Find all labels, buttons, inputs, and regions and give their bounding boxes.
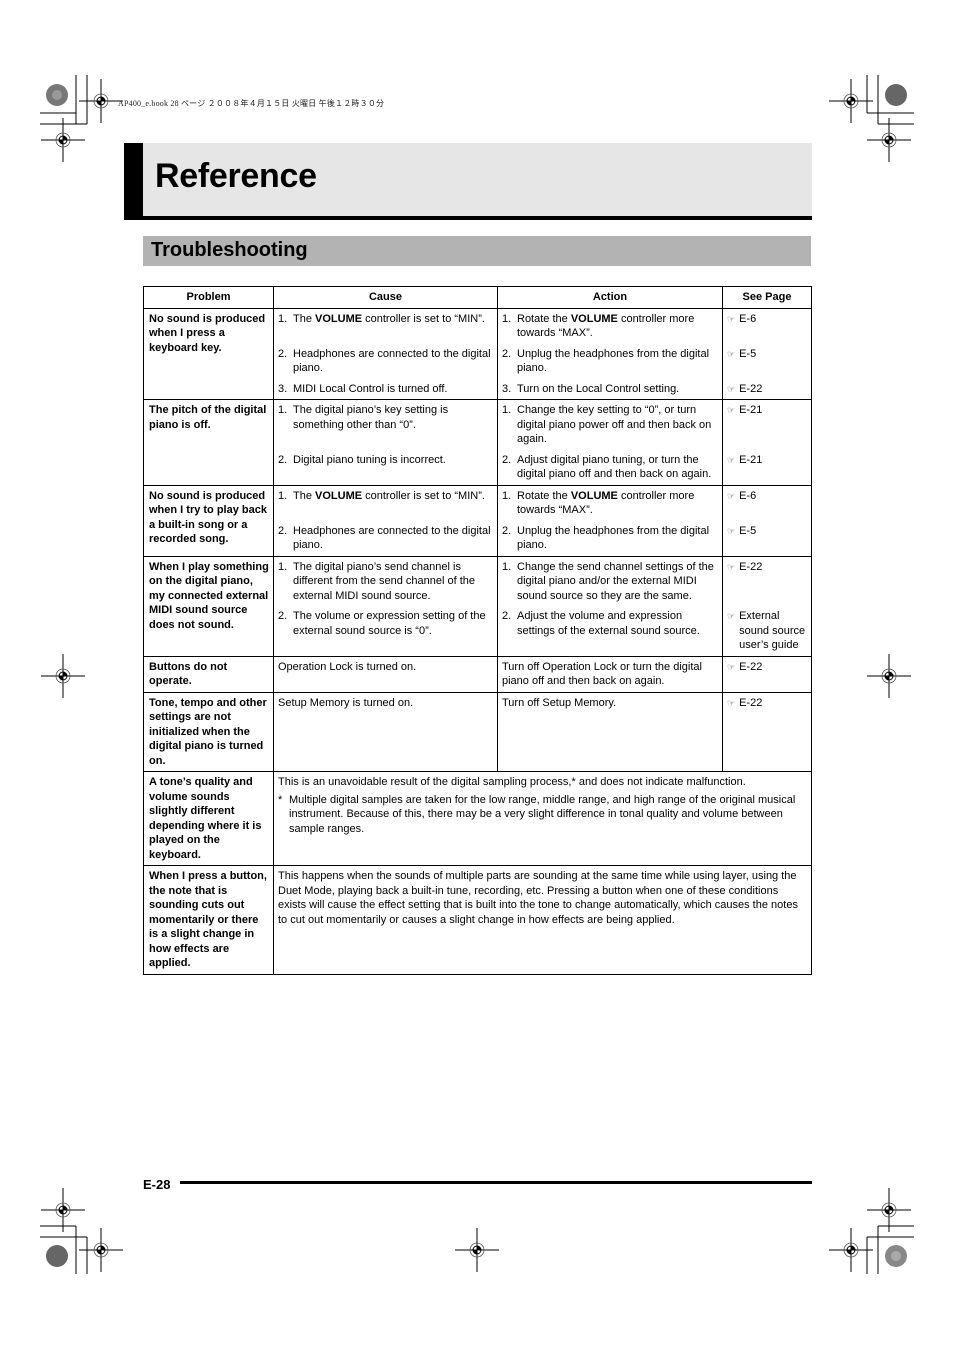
registration-target-icon — [866, 1187, 912, 1233]
registration-target-icon — [78, 78, 124, 124]
color-dot-icon — [46, 1245, 68, 1267]
color-dot-inner — [891, 1251, 901, 1261]
registration-target-icon — [828, 78, 874, 124]
color-dot-inner — [52, 90, 62, 100]
crop-marks — [40, 75, 914, 1274]
registration-target-icon — [866, 117, 912, 163]
registration-target-icon — [40, 1187, 86, 1233]
registration-target-icon — [828, 1227, 874, 1273]
registration-target-icon — [866, 653, 912, 699]
registration-target-icon — [454, 1227, 500, 1273]
color-dot-icon — [885, 84, 907, 106]
registration-target-icon — [40, 117, 86, 163]
registration-target-icon — [40, 653, 86, 699]
registration-target-icon — [78, 1227, 124, 1273]
